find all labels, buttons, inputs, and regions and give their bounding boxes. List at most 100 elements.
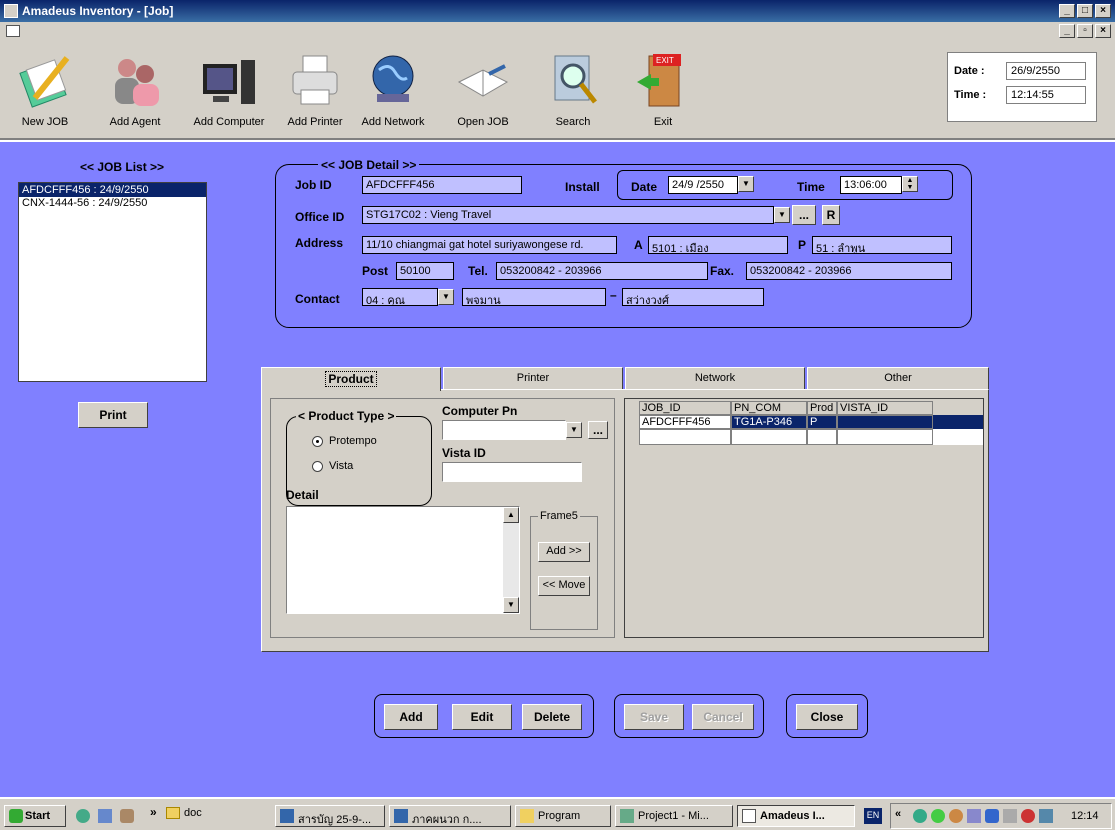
move-product-button[interactable]: << Move — [538, 576, 590, 596]
radio-vista[interactable]: Vista — [312, 460, 353, 472]
grid-col-job-id[interactable]: JOB_ID — [639, 401, 731, 415]
cancel-button[interactable]: Cancel — [692, 704, 754, 730]
edit-button[interactable]: Edit — [452, 704, 512, 730]
tab-product[interactable]: Product — [261, 367, 441, 391]
search-button[interactable]: Search — [530, 46, 616, 136]
scroll-up-icon[interactable]: ▲ — [503, 507, 519, 523]
show-desktop-icon[interactable] — [98, 809, 112, 823]
tray-security-icon[interactable] — [1021, 809, 1035, 823]
radio-protempo[interactable]: Protempo — [312, 435, 377, 447]
install-time-spinner[interactable]: 13:06:00 ▲ ▼ — [840, 176, 918, 194]
spin-updown-icon[interactable]: ▲ ▼ — [902, 176, 918, 192]
taskbar-item[interactable]: ภาคผนวก ก.... — [389, 805, 511, 827]
minimize-button[interactable]: _ — [1059, 4, 1075, 18]
fax-field[interactable]: 053200842 - 203966 — [746, 262, 952, 280]
table-row[interactable]: AFDCFFF456 TG1A-P346 P — [639, 415, 983, 429]
child-close-button[interactable]: × — [1095, 24, 1111, 38]
contact-last-name-field[interactable]: สว่างวงศ์ — [622, 288, 764, 306]
open-job-button[interactable]: Open JOB — [440, 46, 526, 136]
province-field[interactable]: 51 : ลำพูน — [812, 236, 952, 254]
add-button[interactable]: Add — [384, 704, 438, 730]
taskbar-item[interactable]: Program — [515, 805, 611, 827]
contact-title-value[interactable]: 04 : คุณ — [362, 288, 438, 306]
detail-textarea[interactable]: ▲ ▼ — [286, 506, 520, 614]
taskbar-folder-doc[interactable]: doc — [166, 807, 202, 819]
taskbar-item-active[interactable]: Amadeus I... — [737, 805, 855, 827]
start-button[interactable]: Start — [4, 805, 66, 827]
address-field[interactable]: 11/10 chiangmai gat hotel suriyawongese … — [362, 236, 617, 254]
vista-id-input[interactable] — [442, 462, 582, 482]
install-date-value[interactable]: 24/9 /2550 — [668, 176, 738, 194]
tray-speaker-icon[interactable] — [1003, 809, 1017, 823]
tab-network[interactable]: Network — [625, 367, 805, 389]
tray-network-icon[interactable] — [913, 809, 927, 823]
tab-printer[interactable]: Printer — [443, 367, 623, 389]
child-minimize-button[interactable]: _ — [1059, 24, 1075, 38]
job-list-item[interactable]: CNX-1444-56 : 24/9/2550 — [19, 197, 206, 209]
add-agent-button[interactable]: Add Agent — [92, 46, 178, 136]
post-field[interactable]: 50100 — [396, 262, 454, 280]
office-browse-button[interactable]: ... — [792, 205, 816, 225]
tray-messenger-icon[interactable] — [931, 809, 945, 823]
windows-logo-icon — [9, 809, 23, 823]
exit-button[interactable]: EXIT Exit — [620, 46, 706, 136]
quicklaunch-icon[interactable] — [76, 809, 90, 823]
job-list-item[interactable]: AFDCFFF456 : 24/9/2550 — [19, 183, 206, 197]
datetime-panel: Date : 26/9/2550 Time : 12:14:55 — [947, 52, 1097, 122]
chevron-down-icon[interactable]: ▼ — [738, 176, 754, 192]
tray-tool-icon[interactable] — [967, 809, 981, 823]
computer-pn-input[interactable] — [442, 420, 566, 440]
close-button[interactable]: Close — [796, 704, 858, 730]
add-network-button[interactable]: Add Network — [350, 46, 436, 136]
tray-app-icon[interactable] — [985, 809, 999, 823]
quicklaunch-app-icon[interactable] — [120, 809, 134, 823]
grid-col-pn-com[interactable]: PN_COM — [731, 401, 807, 415]
install-date-picker[interactable]: 24/9 /2550 ▼ — [668, 176, 754, 194]
quicklaunch-chevron[interactable]: » — [150, 805, 157, 819]
child-restore-button[interactable]: ▫ — [1077, 24, 1093, 38]
add-computer-button[interactable]: Add Computer — [186, 46, 272, 136]
contact-first-name-field[interactable]: พจมาน — [462, 288, 606, 306]
chevron-down-icon[interactable]: ▼ — [774, 207, 790, 223]
mdi-child-icon[interactable] — [6, 25, 20, 37]
open-book-icon — [453, 50, 513, 110]
scroll-down-icon[interactable]: ▼ — [503, 597, 519, 613]
language-indicator[interactable]: EN — [864, 808, 882, 824]
title-bar: Amadeus Inventory - [Job] _ □ × — [0, 0, 1115, 22]
chevron-down-icon[interactable]: ▼ — [566, 422, 582, 438]
tray-user-icon[interactable] — [949, 809, 963, 823]
amphoe-field[interactable]: 5101 : เมือง — [648, 236, 788, 254]
tray-chevron[interactable]: « — [895, 808, 901, 820]
taskbar-item[interactable]: สารบัญ 25-9-... — [275, 805, 385, 827]
tel-field[interactable]: 053200842 - 203966 — [496, 262, 708, 280]
add-printer-button[interactable]: Add Printer — [272, 46, 358, 136]
computer-pn-browse-button[interactable]: ... — [588, 421, 608, 439]
office-id-value[interactable]: STG17C02 : Vieng Travel — [362, 206, 774, 224]
grid-col-vista-id[interactable]: VISTA_ID — [837, 401, 933, 415]
delete-button[interactable]: Delete — [522, 704, 582, 730]
maximize-button[interactable]: □ — [1077, 4, 1093, 18]
detail-scrollbar[interactable]: ▲ ▼ — [503, 507, 519, 613]
computer-pn-combo[interactable]: ▼ — [442, 420, 582, 440]
product-grid[interactable]: JOB_ID PN_COM Prod VISTA_ID AFDCFFF456 T… — [624, 398, 984, 638]
grid-col-prod[interactable]: Prod — [807, 401, 837, 415]
chevron-down-icon[interactable]: ▼ — [438, 289, 454, 305]
print-button[interactable]: Print — [78, 402, 148, 428]
tab-other[interactable]: Other — [807, 367, 989, 389]
office-r-button[interactable]: R — [822, 205, 840, 225]
taskbar-item[interactable]: Project1 - Mi... — [615, 805, 733, 827]
job-list[interactable]: AFDCFFF456 : 24/9/2550 CNX-1444-56 : 24/… — [18, 182, 207, 382]
office-id-combo[interactable]: STG17C02 : Vieng Travel ▼ — [362, 206, 790, 224]
table-row[interactable] — [639, 429, 983, 445]
clock[interactable]: 12:14 — [1071, 810, 1099, 822]
new-job-button[interactable]: New JOB — [2, 46, 88, 136]
add-product-button[interactable]: Add >> — [538, 542, 590, 562]
province-label: P — [798, 238, 807, 252]
exit-sign-text: EXIT — [656, 56, 674, 65]
save-button[interactable]: Save — [624, 704, 684, 730]
tray-monitor-icon[interactable] — [1039, 809, 1053, 823]
contact-title-combo[interactable]: 04 : คุณ ▼ — [362, 288, 454, 306]
close-window-button[interactable]: × — [1095, 4, 1111, 18]
install-time-value[interactable]: 13:06:00 — [840, 176, 902, 194]
job-id-field[interactable]: AFDCFFF456 — [362, 176, 522, 194]
